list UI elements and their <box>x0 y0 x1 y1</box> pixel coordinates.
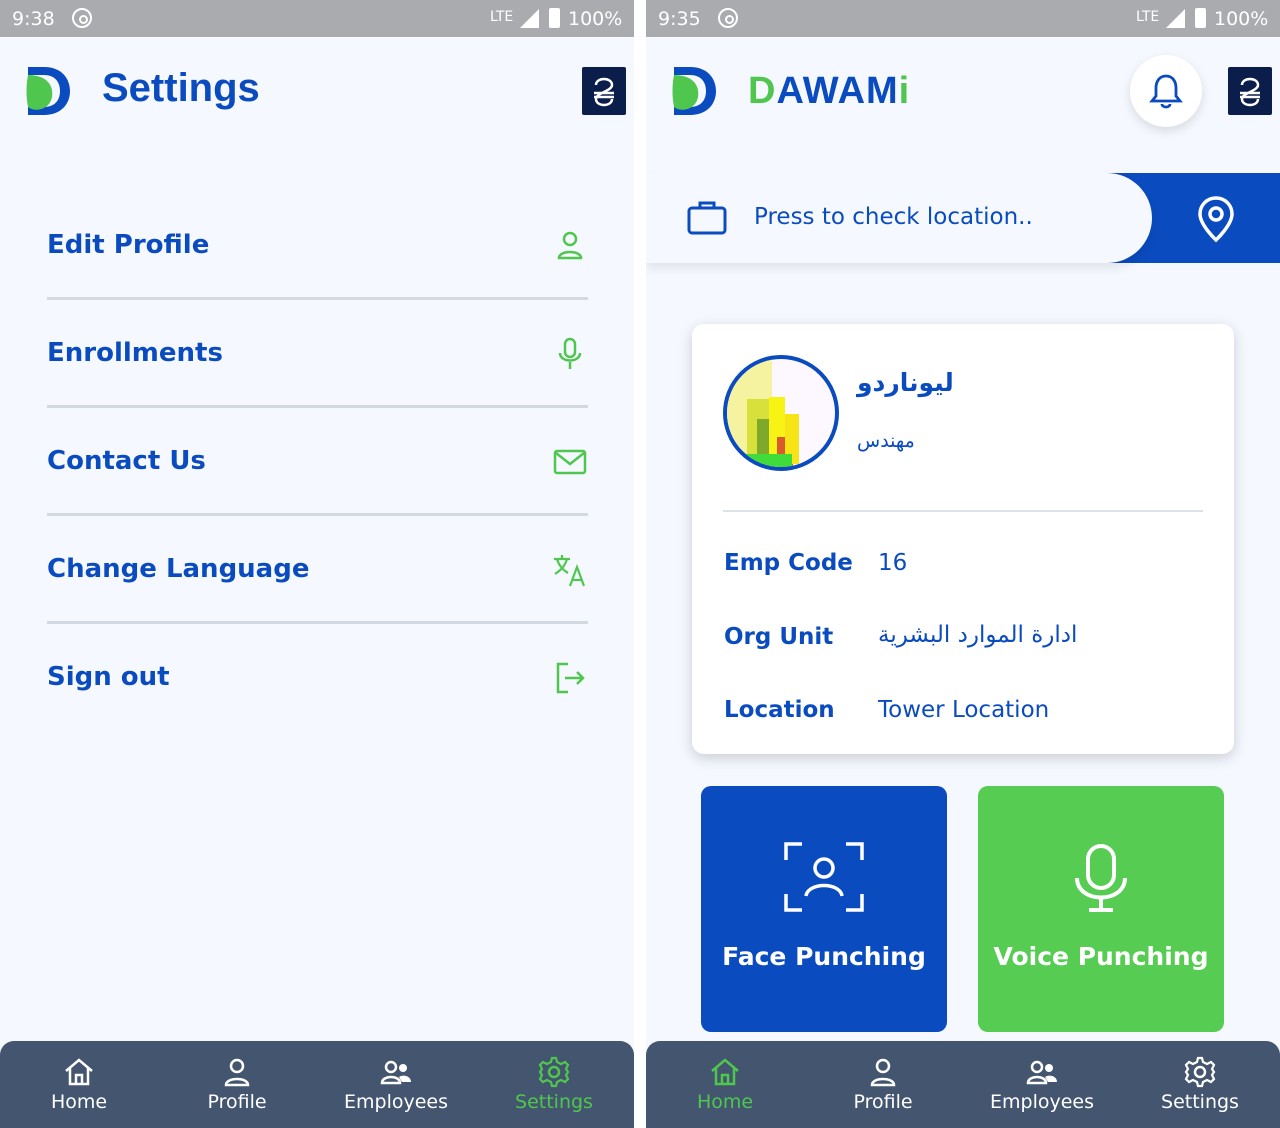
brand-middle: AWAM <box>776 70 899 112</box>
microphone-icon <box>1075 844 1127 912</box>
home-icon <box>65 1058 93 1086</box>
status-bar: 9:38 LTE 100% <box>0 0 634 37</box>
home-icon <box>711 1058 739 1086</box>
network-type: LTE <box>1136 9 1160 25</box>
menu-label: Sign out <box>47 662 170 692</box>
status-time: 9:35 <box>658 8 701 30</box>
bell-icon <box>1149 74 1183 109</box>
app-logo-icon <box>26 67 70 115</box>
user-badge-icon[interactable] <box>1228 67 1272 115</box>
do-not-disturb-icon <box>718 8 738 28</box>
users-icon <box>1026 1060 1057 1085</box>
location-label: Location <box>724 697 835 723</box>
menu-label: Edit Profile <box>47 230 210 260</box>
app-logo-icon <box>672 67 716 115</box>
briefcase-icon <box>687 201 727 235</box>
envelope-icon <box>553 449 587 475</box>
org-unit-label: Org Unit <box>724 624 834 650</box>
status-time: 9:38 <box>12 8 55 30</box>
status-bar: 9:35 LTE 100% <box>646 0 1280 37</box>
org-unit-value: ادارة الموارد البشرية <box>878 622 1078 648</box>
emp-code-label: Emp Code <box>724 550 853 576</box>
menu-label: Enrollments <box>47 338 223 368</box>
battery-icon <box>549 8 560 28</box>
menu-edit-profile[interactable]: Edit Profile <box>47 192 588 300</box>
nav-label: Home <box>696 1091 754 1113</box>
battery-icon <box>1195 8 1206 28</box>
brand-last: i <box>898 70 911 112</box>
user-icon <box>224 1058 250 1087</box>
face-punching-button[interactable]: Face Punching <box>701 786 947 1032</box>
microphone-icon <box>558 337 582 369</box>
nav-label: Settings <box>515 1091 593 1113</box>
location-pill: Press to check location.. <box>646 173 1152 263</box>
bottom-navbar: Home Profile Employees Settings <box>0 1041 634 1128</box>
map-pin-icon <box>1198 196 1234 243</box>
face-scan-icon <box>784 842 864 912</box>
settings-screen: 9:38 LTE 100% Settings Edit Profile Enro… <box>0 0 634 1128</box>
emp-code-value: 16 <box>878 550 908 576</box>
nav-label: Home <box>50 1091 108 1113</box>
home-screen: 9:35 LTE 100% DAWAMi Press to check loca… <box>646 0 1280 1128</box>
sign-out-icon <box>556 662 585 694</box>
employee-card: ليوناردو مهندس Emp Code 16 Org Unit ادار… <box>692 324 1234 754</box>
brand-first: D <box>748 70 777 112</box>
user-icon <box>557 231 583 260</box>
users-icon <box>380 1060 411 1085</box>
user-badge-icon[interactable] <box>582 67 626 115</box>
nav-settings[interactable]: Settings <box>484 1055 624 1125</box>
nav-settings[interactable]: Settings <box>1130 1055 1270 1125</box>
menu-contact-us[interactable]: Contact Us <box>47 408 588 516</box>
user-icon <box>870 1058 896 1087</box>
signal-icon <box>520 9 539 28</box>
gear-icon <box>1184 1056 1216 1088</box>
nav-home[interactable]: Home <box>9 1055 149 1125</box>
card-divider <box>723 510 1203 512</box>
avatar <box>723 355 839 471</box>
nav-employees[interactable]: Employees <box>972 1055 1112 1125</box>
brand-name: DAWAMi <box>748 70 910 113</box>
employee-job-title: مهندس <box>857 430 915 452</box>
nav-label: Settings <box>1161 1091 1239 1113</box>
do-not-disturb-icon <box>72 8 92 28</box>
nav-label: Profile <box>207 1091 267 1113</box>
battery-percent: 100% <box>1214 8 1269 30</box>
nav-profile[interactable]: Profile <box>167 1055 307 1125</box>
face-punching-label: Face Punching <box>722 942 926 971</box>
menu-change-language[interactable]: Change Language <box>47 516 588 624</box>
nav-profile[interactable]: Profile <box>813 1055 953 1125</box>
menu-enrollments[interactable]: Enrollments <box>47 300 588 408</box>
nav-employees[interactable]: Employees <box>326 1055 466 1125</box>
location-prompt: Press to check location.. <box>754 204 1033 230</box>
menu-label: Change Language <box>47 554 310 584</box>
notifications-button[interactable] <box>1130 55 1202 127</box>
nav-label: Employees <box>990 1091 1094 1113</box>
network-type: LTE <box>490 9 514 25</box>
employee-name: ليوناردو <box>857 368 954 397</box>
menu-sign-out[interactable]: Sign out <box>47 624 588 732</box>
bottom-navbar: Home Profile Employees Settings <box>646 1041 1280 1128</box>
nav-label: Employees <box>344 1091 448 1113</box>
voice-punching-button[interactable]: Voice Punching <box>978 786 1224 1032</box>
nav-label: Profile <box>853 1091 913 1113</box>
signal-icon <box>1166 9 1185 28</box>
page-title: Settings <box>102 66 260 110</box>
translate-icon <box>554 555 586 587</box>
nav-home[interactable]: Home <box>655 1055 795 1125</box>
gear-icon <box>538 1056 570 1088</box>
location-value: Tower Location <box>878 697 1050 723</box>
check-location-bar[interactable]: Press to check location.. <box>646 173 1280 263</box>
voice-punching-label: Voice Punching <box>993 942 1209 971</box>
battery-percent: 100% <box>568 8 623 30</box>
menu-label: Contact Us <box>47 446 206 476</box>
